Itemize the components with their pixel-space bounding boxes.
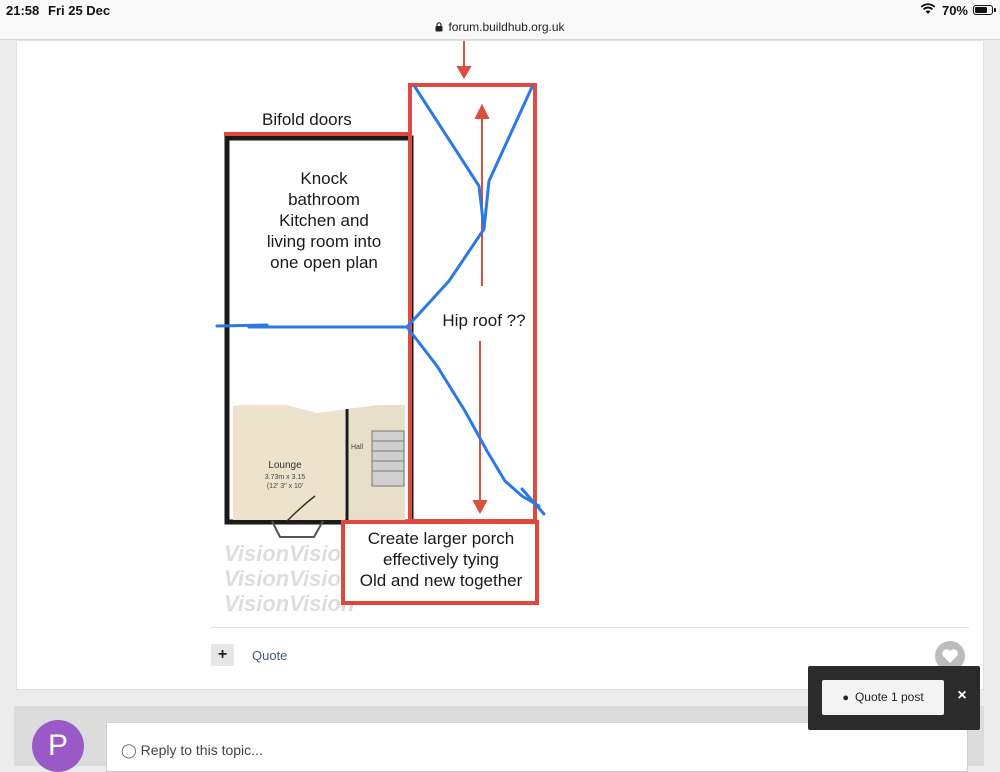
svg-text:one open plan: one open plan bbox=[270, 253, 378, 272]
quote-posts-label: Quote 1 post bbox=[854, 690, 924, 704]
reply-placeholder: Reply to this topic... bbox=[140, 742, 263, 758]
hip-roof-label: Hip roof ?? bbox=[442, 311, 525, 330]
post-divider bbox=[211, 627, 969, 628]
quote-posts-button[interactable]: ● Quote 1 post bbox=[822, 680, 944, 715]
battery-icon bbox=[973, 5, 996, 15]
svg-text:Create larger porch: Create larger porch bbox=[368, 529, 514, 548]
comments-icon: ● bbox=[842, 692, 849, 704]
svg-text:living room into: living room into bbox=[267, 232, 381, 251]
svg-text:Kitchen and: Kitchen and bbox=[279, 211, 369, 230]
floor-plan-diagram: VisionVision VisionVision VisionVision L… bbox=[215, 41, 546, 616]
svg-text:bathroom: bathroom bbox=[288, 190, 360, 209]
battery-percent: 70% bbox=[941, 3, 968, 18]
svg-text:effectively tying: effectively tying bbox=[383, 550, 499, 569]
hall-label: Hall bbox=[351, 444, 364, 451]
status-bar: 21:58 Fri 25 Dec 70% bbox=[0, 0, 1000, 20]
close-icon[interactable]: × bbox=[954, 686, 970, 706]
quote-link[interactable]: Quote bbox=[252, 648, 287, 663]
lock-icon bbox=[435, 21, 443, 35]
svg-text:VisionVision: VisionVision bbox=[224, 541, 354, 566]
avatar[interactable]: P bbox=[32, 720, 84, 772]
svg-text:Old and new together: Old and new together bbox=[360, 571, 523, 590]
post-card: VisionVision VisionVision VisionVision L… bbox=[16, 40, 984, 690]
porch-note: Create larger porch effectively tying Ol… bbox=[360, 529, 523, 590]
watermark: VisionVision VisionVision VisionVision bbox=[224, 541, 354, 616]
multiquote-plus-button[interactable]: + bbox=[211, 644, 234, 666]
status-date: Fri 25 Dec bbox=[48, 3, 111, 18]
lounge-dims-1: 3.73m x 3.15 bbox=[265, 474, 306, 481]
stairs bbox=[371, 430, 405, 487]
multiquote-popup: ● Quote 1 post × bbox=[808, 666, 980, 730]
lounge-dims-2: (12' 3" x 10' bbox=[267, 483, 303, 490]
url-bar[interactable]: forum.buildhub.org.uk bbox=[0, 20, 1000, 40]
svg-text:VisionVision: VisionVision bbox=[224, 591, 354, 616]
wifi-icon bbox=[920, 2, 936, 18]
svg-text:VisionVision: VisionVision bbox=[224, 566, 354, 591]
bifold-label: Bifold doors bbox=[262, 110, 352, 129]
comment-icon: ◯ bbox=[121, 742, 137, 758]
lounge-label: Lounge bbox=[268, 460, 302, 471]
status-time: 21:58 bbox=[6, 3, 40, 18]
url-text: forum.buildhub.org.uk bbox=[448, 20, 565, 34]
svg-text:Knock: Knock bbox=[300, 169, 348, 188]
